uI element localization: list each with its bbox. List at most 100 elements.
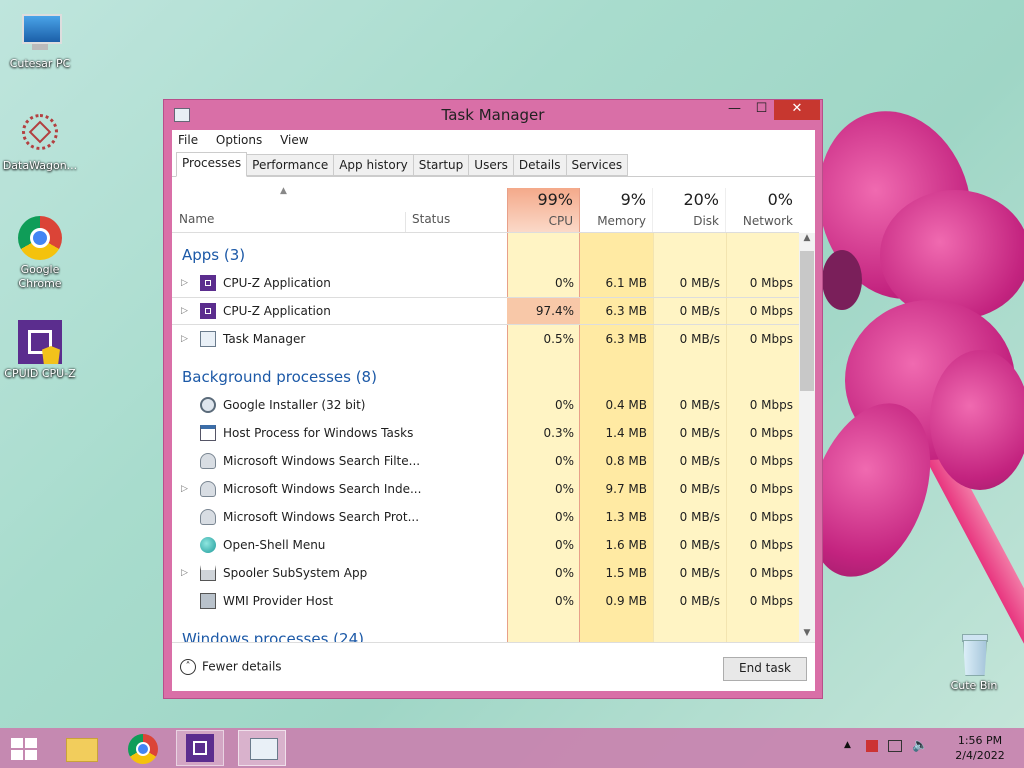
- sort-arrow-icon: ▲: [280, 186, 287, 196]
- taskbar-chrome[interactable]: [118, 730, 166, 766]
- table-row[interactable]: WMI Provider Host 0% 0.9 MB 0 MB/s 0 Mbp…: [172, 587, 799, 615]
- taskbar-task-manager[interactable]: [238, 730, 286, 766]
- table-row[interactable]: Host Process for Windows Tasks 0.3% 1.4 …: [172, 419, 799, 447]
- scrollbar-thumb[interactable]: [800, 251, 814, 391]
- table-row-selected[interactable]: ▷ CPU-Z Application 97.4% 6.3 MB 0 MB/s …: [172, 297, 799, 325]
- column-header-row: ▲ Name Status 99% CPU 9% Memory 20% Disk…: [172, 186, 799, 233]
- end-task-button[interactable]: End task: [723, 657, 807, 681]
- system-tray: ▲ 🔈 1:56 PM 2/4/2022: [844, 728, 1024, 768]
- desktop-icon-computer[interactable]: Cutesar PC: [2, 10, 78, 71]
- process-list: Apps (3) ▷ CPU-Z Application 0% 6.1 MB 0…: [172, 233, 799, 642]
- desktop-icon-recycle-bin[interactable]: Cute Bin: [936, 632, 1012, 693]
- table-row[interactable]: Microsoft Windows Search Filte... 0% 0.8…: [172, 447, 799, 475]
- cpu-total: 99%: [537, 190, 573, 209]
- menu-options[interactable]: Options: [216, 133, 262, 147]
- group-header-background[interactable]: Background processes (8): [172, 363, 799, 391]
- taskbar-file-explorer[interactable]: [56, 730, 104, 766]
- cpu-label: CPU: [548, 214, 573, 228]
- clock[interactable]: 1:56 PM 2/4/2022: [940, 733, 1020, 763]
- action-center-flag-icon[interactable]: [866, 740, 878, 752]
- footer-bar: ˄ Fewer details End task: [172, 642, 815, 692]
- desktop-icon-chrome[interactable]: Google Chrome: [2, 216, 78, 291]
- chrome-icon: [18, 216, 62, 260]
- chrome-icon: [128, 734, 158, 764]
- menu-bar: File Options View: [172, 130, 815, 150]
- start-button[interactable]: [0, 730, 48, 766]
- cpuz-icon: [200, 303, 216, 319]
- expand-arrow-icon[interactable]: ▷: [181, 325, 188, 353]
- disk-label: Disk: [693, 214, 719, 228]
- maximize-button[interactable]: ☐: [748, 100, 775, 120]
- volume-muted-icon[interactable]: 🔈: [912, 738, 928, 753]
- clock-time: 1:56 PM: [957, 734, 1003, 747]
- network-total: 0%: [767, 190, 793, 209]
- cpuz-icon: [18, 320, 62, 364]
- chevron-up-icon: ˄: [180, 659, 196, 675]
- search-user-icon: [200, 453, 216, 469]
- scroll-down-icon[interactable]: ▼: [799, 628, 815, 642]
- show-hidden-icons-icon[interactable]: ▲: [844, 740, 851, 750]
- task-manager-icon: [200, 331, 216, 347]
- tab-details[interactable]: Details: [512, 154, 567, 176]
- clock-date: 2/4/2022: [955, 749, 1005, 762]
- column-header-name[interactable]: Name: [179, 212, 409, 226]
- column-header-disk[interactable]: 20% Disk: [653, 188, 726, 232]
- tab-services[interactable]: Services: [565, 154, 629, 176]
- cpuz-icon: [186, 734, 214, 762]
- title-bar[interactable]: Task Manager — ☐ ✕: [164, 100, 822, 130]
- memory-label: Memory: [597, 214, 646, 228]
- desktop-icon-datawagon[interactable]: DataWagon...: [2, 112, 78, 173]
- taskbar-cpuz[interactable]: [176, 730, 224, 766]
- close-button[interactable]: ✕: [774, 100, 820, 120]
- expand-arrow-icon[interactable]: ▷: [181, 475, 188, 503]
- tab-processes[interactable]: Processes: [176, 152, 248, 177]
- column-header-network[interactable]: 0% Network: [726, 188, 799, 232]
- expand-arrow-icon[interactable]: ▷: [181, 269, 188, 297]
- network-icon[interactable]: [888, 740, 902, 752]
- computer-icon: [18, 10, 62, 54]
- expand-arrow-icon[interactable]: ▷: [181, 298, 188, 324]
- fewer-details-link[interactable]: ˄ Fewer details: [180, 659, 282, 675]
- table-row[interactable]: Open-Shell Menu 0% 1.6 MB 0 MB/s 0 Mbps: [172, 531, 799, 559]
- desktop-icon-label: CPUID CPU-Z: [4, 367, 76, 380]
- tab-performance[interactable]: Performance: [246, 154, 335, 176]
- memory-total: 9%: [620, 190, 646, 209]
- tab-strip: Processes Performance App history Startu…: [176, 152, 629, 177]
- task-manager-icon: [250, 738, 278, 760]
- desktop-icon-label: DataWagon...: [2, 159, 78, 172]
- scroll-up-icon[interactable]: ▲: [799, 233, 815, 247]
- tab-app-history[interactable]: App history: [333, 154, 414, 176]
- network-label: Network: [742, 214, 793, 228]
- recycle-bin-icon: [952, 632, 996, 676]
- search-user-icon: [200, 509, 216, 525]
- table-row[interactable]: ▷ CPU-Z Application 0% 6.1 MB 0 MB/s 0 M…: [172, 269, 799, 297]
- column-header-memory[interactable]: 9% Memory: [580, 188, 653, 232]
- group-header-windows[interactable]: Windows processes (24): [172, 625, 799, 642]
- desktop-icon-cpuz[interactable]: CPUID CPU-Z: [2, 320, 78, 381]
- menu-file[interactable]: File: [178, 133, 198, 147]
- window-client: File Options View Processes Performance …: [172, 130, 815, 691]
- tab-users[interactable]: Users: [468, 154, 514, 176]
- group-header-apps[interactable]: Apps (3): [172, 241, 799, 269]
- task-manager-window: Task Manager — ☐ ✕ File Options View Pro…: [163, 99, 823, 699]
- wmi-icon: [200, 593, 216, 609]
- datawagon-icon: [18, 112, 62, 156]
- tab-startup[interactable]: Startup: [412, 154, 470, 176]
- column-header-cpu[interactable]: 99% CPU: [507, 188, 580, 232]
- table-row[interactable]: ▷ Spooler SubSystem App 0% 1.5 MB 0 MB/s…: [172, 559, 799, 587]
- taskbar: ▲ 🔈 1:56 PM 2/4/2022: [0, 728, 1024, 768]
- table-row[interactable]: ▷ Microsoft Windows Search Inde... 0% 9.…: [172, 475, 799, 503]
- menu-view[interactable]: View: [280, 133, 308, 147]
- desktop-icon-label: Cutesar PC: [9, 57, 71, 70]
- expand-arrow-icon[interactable]: ▷: [181, 559, 188, 587]
- column-header-status[interactable]: Status: [405, 212, 512, 232]
- table-row[interactable]: ▷ Task Manager 0.5% 6.3 MB 0 MB/s 0 Mbps: [172, 325, 799, 353]
- table-row[interactable]: Microsoft Windows Search Prot... 0% 1.3 …: [172, 503, 799, 531]
- desktop-icon-label: Cute Bin: [950, 679, 998, 692]
- desktop-icon-label: Google Chrome: [18, 263, 62, 290]
- cpuz-icon: [200, 275, 216, 291]
- table-row[interactable]: Google Installer (32 bit) 0% 0.4 MB 0 MB…: [172, 391, 799, 419]
- vertical-scrollbar[interactable]: ▲ ▼: [799, 233, 815, 642]
- open-shell-icon: [200, 537, 216, 553]
- minimize-button[interactable]: —: [721, 100, 748, 120]
